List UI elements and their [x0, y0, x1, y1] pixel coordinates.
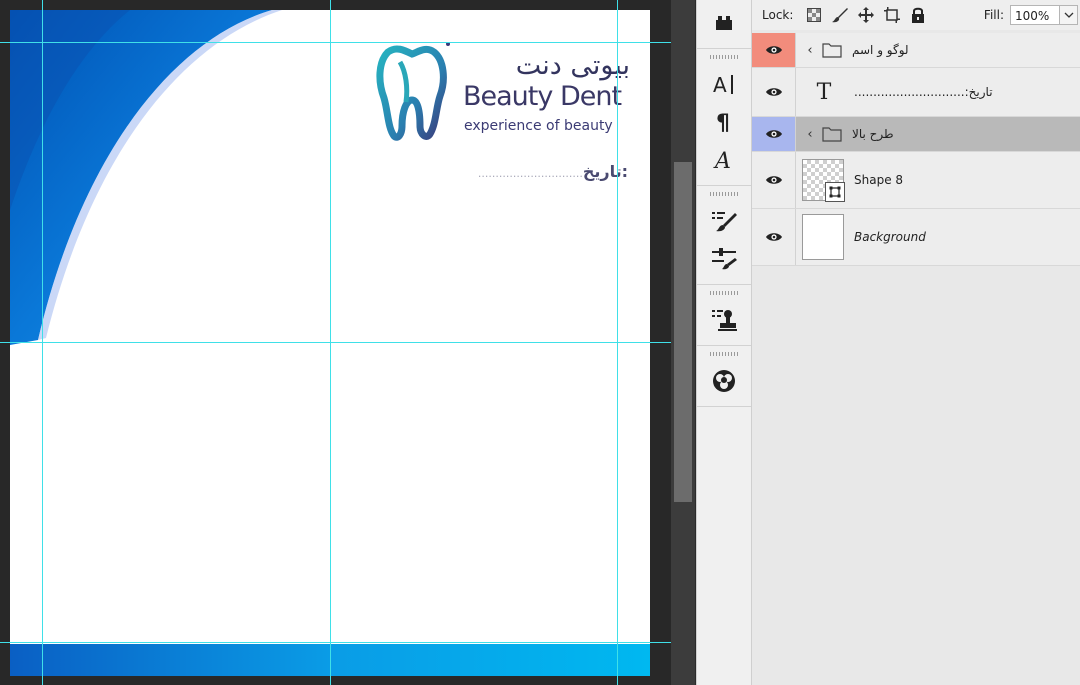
tool-group — [697, 346, 751, 407]
eye-icon — [765, 130, 782, 138]
vector-shape-icon — [825, 182, 845, 202]
brush-settings-icon[interactable] — [697, 240, 751, 278]
tool-group — [697, 285, 751, 346]
date-dots: .............................. — [477, 167, 583, 180]
lock-all-icon[interactable] — [905, 4, 931, 26]
layer-row-background[interactable]: Background — [752, 209, 1080, 266]
tool-group: A ¶ A — [697, 49, 751, 186]
layer-name: .............................:تاریخ — [854, 85, 993, 99]
layer-name: Shape 8 — [854, 173, 904, 187]
fill-input[interactable]: 100% — [1010, 5, 1060, 25]
layer-row-shape-8[interactable]: Shape 8 — [752, 152, 1080, 209]
svg-text:A: A — [713, 73, 727, 96]
lock-transparent-pixels-icon[interactable] — [801, 4, 827, 26]
panel-grip[interactable] — [710, 55, 738, 59]
lock-position-icon[interactable] — [853, 4, 879, 26]
tool-group — [697, 0, 751, 49]
panel-grip[interactable] — [710, 192, 738, 196]
chevron-down-icon — [1064, 12, 1073, 18]
panel-grip[interactable] — [710, 352, 738, 356]
canvas-vertical-scrollbar[interactable] — [671, 0, 695, 685]
tool-group — [697, 186, 751, 285]
layer-visibility-toggle[interactable] — [752, 117, 796, 151]
layers-panel: Lock: Fill: 100% ‹ لوگو و اسم T ........… — [752, 0, 1080, 685]
guide-horizontal[interactable] — [0, 42, 671, 43]
tooth-logo-icon — [376, 42, 450, 141]
layer-thumbnail[interactable] — [802, 159, 845, 202]
tool-presets-icon[interactable] — [697, 301, 751, 339]
layer-row-top-design-group[interactable]: ‹ طرح بالا — [752, 117, 1080, 152]
glyphs-panel-icon[interactable]: A — [697, 141, 751, 179]
fill-dropdown-button[interactable] — [1060, 5, 1078, 25]
layer-list: ‹ لوگو و اسم T .........................… — [752, 33, 1080, 266]
layer-visibility-toggle[interactable] — [752, 209, 796, 265]
layer-name: لوگو و اسم — [852, 43, 909, 57]
lock-artboard-icon[interactable] — [879, 4, 905, 26]
eye-icon — [765, 46, 782, 54]
scrollbar-thumb[interactable] — [674, 162, 692, 502]
svg-text:A: A — [713, 149, 731, 172]
date-text: تاریخ: — [582, 162, 628, 181]
guide-horizontal[interactable] — [0, 342, 671, 343]
eye-icon — [765, 88, 782, 96]
layer-visibility-toggle[interactable] — [752, 68, 796, 116]
panel-dock-strip: A ¶ A — [696, 0, 752, 685]
panel-grip[interactable] — [710, 291, 738, 295]
lock-image-pixels-icon[interactable] — [827, 4, 853, 26]
folder-icon — [822, 127, 842, 142]
lock-row: Lock: Fill: 100% — [752, 0, 1080, 30]
3d-materials-icon[interactable] — [697, 362, 751, 400]
date-field-label: ..............................تاریخ: — [438, 162, 628, 181]
logo-name-persian: بیوتی دنت — [515, 50, 630, 81]
logo-name-english: Beauty Dent — [463, 82, 622, 112]
paragraph-panel-icon[interactable]: ¶ — [697, 103, 751, 141]
text-layer-icon: T — [816, 79, 832, 105]
layer-row-logo-group[interactable]: ‹ لوگو و اسم — [752, 33, 1080, 68]
character-panel-icon[interactable]: A — [697, 65, 751, 103]
group-expand-chevron-icon[interactable]: ‹ — [802, 127, 818, 142]
brush-presets-icon[interactable] — [697, 202, 751, 240]
layer-visibility-toggle[interactable] — [752, 33, 796, 67]
layer-thumbnail[interactable] — [802, 214, 844, 260]
eye-icon — [765, 176, 782, 184]
eye-icon — [765, 233, 782, 241]
clone-source-icon[interactable] — [697, 4, 751, 42]
logo-tagline: experience of beauty — [464, 118, 613, 134]
layer-row-date-text[interactable]: T .............................:تاریخ — [752, 68, 1080, 117]
layer-name: طرح بالا — [852, 127, 894, 141]
canvas-area[interactable]: بیوتی دنت Beauty Dent experience of beau… — [0, 0, 671, 685]
svg-text:¶: ¶ — [716, 111, 730, 134]
guide-horizontal[interactable] — [0, 642, 671, 643]
folder-icon — [822, 43, 842, 58]
fill-label: Fill: — [983, 8, 1004, 22]
lock-label: Lock: — [762, 8, 794, 22]
group-expand-chevron-icon[interactable]: ‹ — [802, 43, 818, 58]
layer-name: Background — [854, 230, 926, 244]
layer-visibility-toggle[interactable] — [752, 152, 796, 208]
